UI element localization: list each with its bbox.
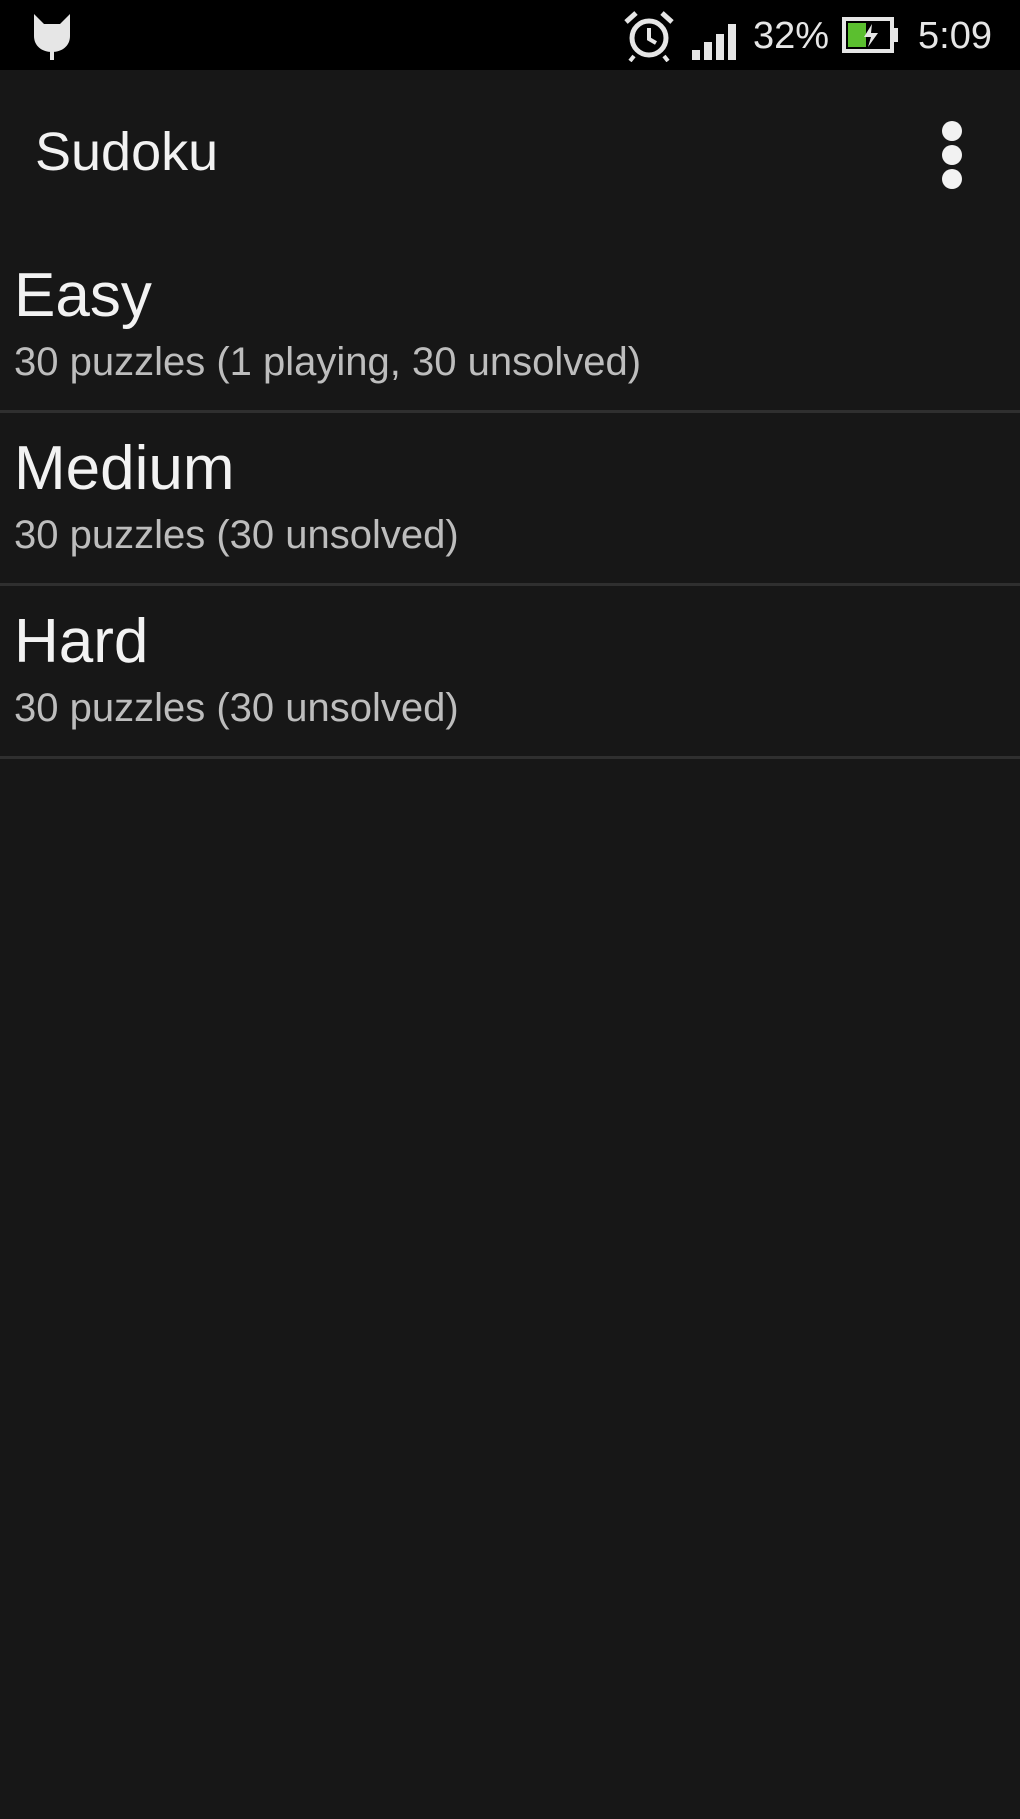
battery-percent: 32% xyxy=(753,15,830,57)
menu-dot xyxy=(942,145,962,165)
difficulty-list: Easy 30 puzzles (1 playing, 30 unsolved)… xyxy=(0,240,1020,759)
menu-dot xyxy=(942,169,962,189)
list-item-hard[interactable]: Hard 30 puzzles (30 unsolved) xyxy=(0,586,1020,759)
list-item-medium[interactable]: Medium 30 puzzles (30 unsolved) xyxy=(0,413,1020,586)
cat-head-icon xyxy=(34,14,70,60)
screen: 32% 5:09 Sudoku Easy 30 puzzles (1 playi… xyxy=(0,0,1020,1819)
app-bar: Sudoku xyxy=(0,70,1020,240)
level-title: Medium xyxy=(14,434,235,503)
level-subtitle: 30 puzzles (1 playing, 30 unsolved) xyxy=(14,340,642,384)
level-subtitle: 30 puzzles (30 unsolved) xyxy=(14,513,459,557)
overflow-menu-icon[interactable] xyxy=(930,115,974,195)
app-title: Sudoku xyxy=(35,122,219,182)
level-title: Hard xyxy=(14,607,149,676)
cell-signal-icon xyxy=(692,24,736,60)
level-title: Easy xyxy=(14,261,152,330)
list-item-easy[interactable]: Easy 30 puzzles (1 playing, 30 unsolved) xyxy=(0,240,1020,413)
menu-dot xyxy=(942,121,962,141)
level-subtitle: 30 puzzles (30 unsolved) xyxy=(14,686,459,730)
status-bar: 32% 5:09 xyxy=(0,0,1020,70)
alarm-clock-icon xyxy=(624,11,674,62)
battery-charging-icon xyxy=(842,17,898,53)
status-time: 5:09 xyxy=(918,15,992,57)
